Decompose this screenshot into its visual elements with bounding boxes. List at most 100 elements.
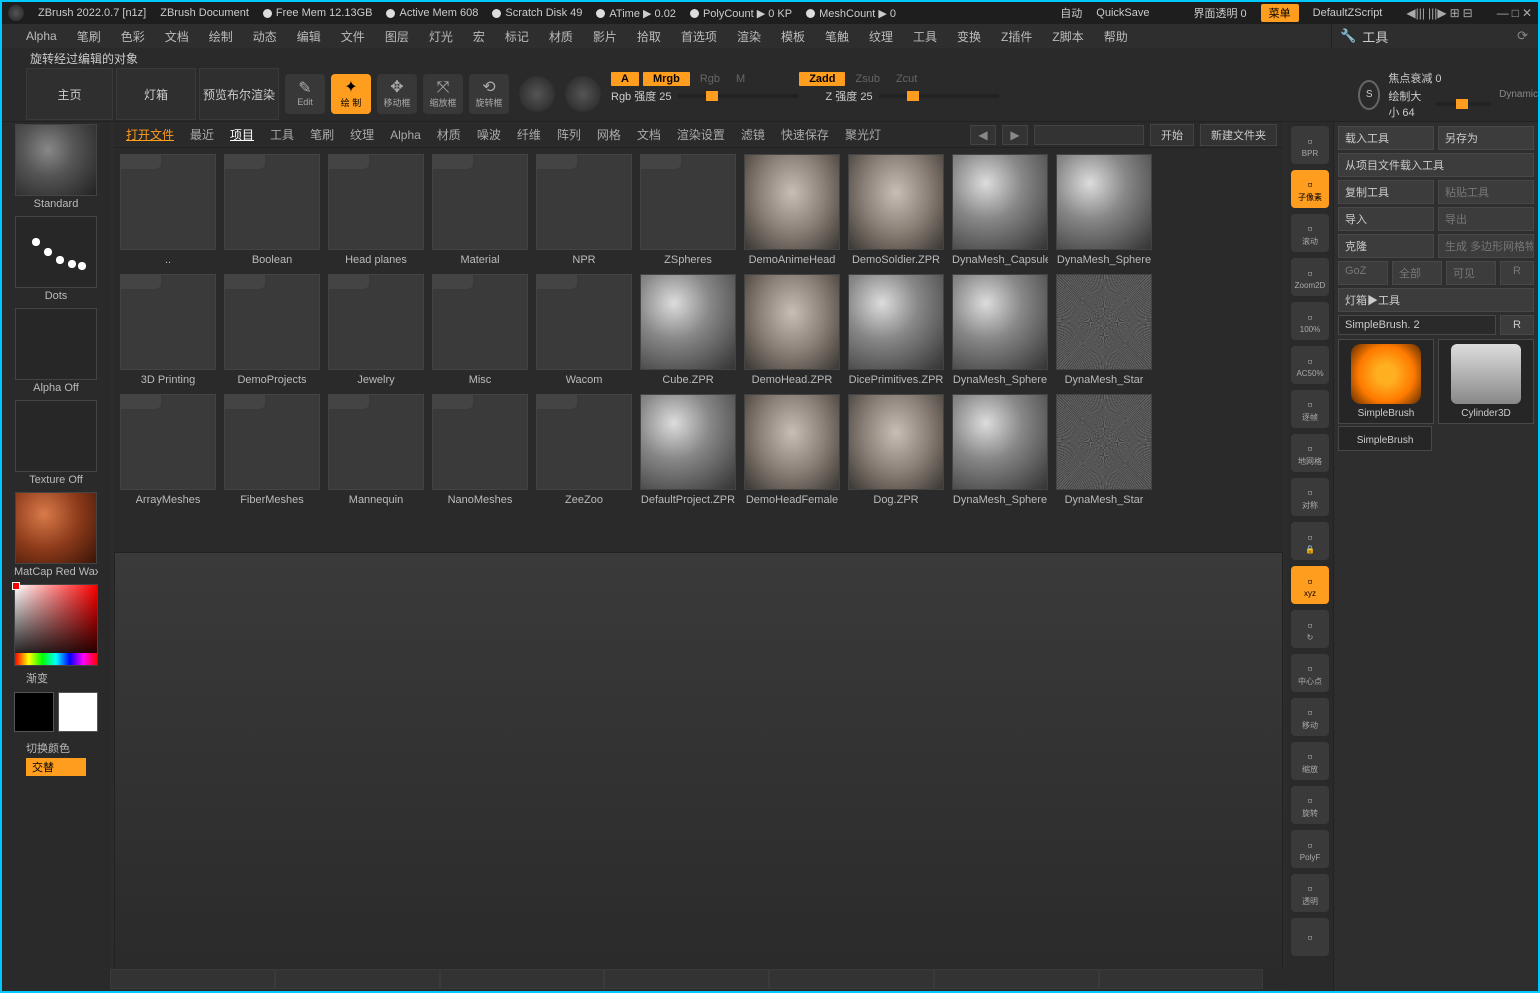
menu-Alpha[interactable]: Alpha — [26, 29, 57, 43]
mrgb-toggle[interactable]: Mrgb — [643, 72, 690, 86]
lightbox-tab[interactable]: 聚光灯 — [845, 126, 881, 143]
menu-宏[interactable]: 宏 — [473, 28, 485, 45]
shelf-地网格[interactable]: ▫地网格 — [1291, 434, 1329, 472]
shelf-缩放[interactable]: ▫缩放 — [1291, 742, 1329, 780]
minimize-icon[interactable]: — — [1497, 6, 1509, 20]
menu-Z脚本[interactable]: Z脚本 — [1052, 28, 1083, 45]
lightbox-item[interactable]: Head planes — [328, 154, 424, 266]
rgb-intensity-slider[interactable]: Rgb 强度 25 — [611, 88, 798, 104]
lightbox-item[interactable]: Boolean — [224, 154, 320, 266]
lightbox-tab[interactable]: 阵列 — [557, 126, 581, 143]
s-indicator[interactable]: S — [1358, 80, 1380, 110]
bottom-slot[interactable] — [440, 969, 605, 989]
gizmo-button[interactable] — [519, 76, 555, 112]
menu-变换[interactable]: 变换 — [957, 28, 981, 45]
stroke-thumbnail[interactable] — [15, 216, 97, 288]
bottom-slot[interactable] — [934, 969, 1099, 989]
menu-编辑[interactable]: 编辑 — [297, 28, 321, 45]
home-button[interactable]: 主页 — [26, 68, 113, 120]
saveas-button[interactable]: 另存为 — [1438, 126, 1534, 150]
shelf-逐帧[interactable]: ▫逐帧 — [1291, 390, 1329, 428]
shelf-🔒[interactable]: ▫🔒 — [1291, 522, 1329, 560]
lightbox-button[interactable]: 灯箱 — [116, 68, 196, 120]
goz-visible-button[interactable]: 可见 — [1446, 261, 1496, 285]
next-icon[interactable]: ▶ — [1002, 125, 1028, 145]
menu-首选项[interactable]: 首选项 — [681, 28, 717, 45]
lightbox-item[interactable]: 3D Printing — [120, 274, 216, 386]
shelf-移动[interactable]: ▫移动 — [1291, 698, 1329, 736]
bottom-slot[interactable] — [604, 969, 769, 989]
rgb-toggle[interactable]: Rgb — [694, 72, 726, 86]
sculptris-button[interactable] — [565, 76, 601, 112]
default-zscript[interactable]: DefaultZScript — [1313, 7, 1383, 19]
lightbox-tab[interactable]: 渲染设置 — [677, 126, 725, 143]
lightbox-item[interactable]: DynaMesh_Sphere — [952, 394, 1048, 506]
goz-button[interactable]: GoZ — [1338, 261, 1388, 285]
shelf-透明[interactable]: ▫透明 — [1291, 874, 1329, 912]
lightbox-tab[interactable]: 纤维 — [517, 126, 541, 143]
rotate-mode-button[interactable]: ⟲旋转框 — [469, 74, 509, 114]
preview-bool-button[interactable]: 预览布尔渲染 — [199, 68, 279, 120]
lightbox-item[interactable]: ArrayMeshes — [120, 394, 216, 506]
menu-toggle-button[interactable]: 菜单 — [1261, 4, 1299, 22]
gradient-label[interactable]: 渐变 — [2, 668, 48, 686]
lightbox-item[interactable]: DefaultProject.ZPR — [640, 394, 736, 506]
shelf-100%[interactable]: ▫100% — [1291, 302, 1329, 340]
menu-工具[interactable]: 工具 — [913, 28, 937, 45]
menu-动态[interactable]: 动态 — [253, 28, 277, 45]
lightbox-item[interactable]: DemoHeadFemale — [744, 394, 840, 506]
lightbox-tab[interactable]: 噪波 — [477, 126, 501, 143]
menu-文档[interactable]: 文档 — [165, 28, 189, 45]
brush-thumbnail[interactable] — [15, 124, 97, 196]
lightbox-item[interactable]: DynaMesh_Star — [1056, 274, 1152, 386]
lightbox-item[interactable]: Dog.ZPR — [848, 394, 944, 506]
lightbox-item[interactable]: Material — [432, 154, 528, 266]
start-button[interactable]: 开始 — [1150, 124, 1194, 146]
shelf-Zoom2D[interactable]: ▫Zoom2D — [1291, 258, 1329, 296]
ui-transparency[interactable]: 界面透明 0 — [1193, 5, 1246, 21]
import-button[interactable]: 导入 — [1338, 207, 1434, 231]
focal-slider[interactable]: 焦点衰减 0 — [1388, 70, 1491, 86]
zsub-toggle[interactable]: Zsub — [849, 72, 885, 86]
shelf-btn[interactable]: ▫ — [1291, 918, 1329, 956]
menu-纹理[interactable]: 纹理 — [869, 28, 893, 45]
m-toggle[interactable]: M — [730, 72, 751, 86]
lightbox-item[interactable]: .. — [120, 154, 216, 266]
shelf-AC50%[interactable]: ▫AC50% — [1291, 346, 1329, 384]
lightbox-tab[interactable]: 工具 — [270, 126, 294, 143]
quicksave-button[interactable]: QuickSave — [1096, 7, 1149, 19]
lightbox-tab[interactable]: 快速保存 — [781, 126, 829, 143]
layout-icon[interactable]: ⊞ — [1450, 6, 1460, 20]
lightbox-item[interactable]: Cube.ZPR — [640, 274, 736, 386]
lightbox-item[interactable]: ZeeZoo — [536, 394, 632, 506]
menu-渲染[interactable]: 渲染 — [737, 28, 761, 45]
lightbox-tab[interactable]: 纹理 — [350, 126, 374, 143]
menu-绘制[interactable]: 绘制 — [209, 28, 233, 45]
menu-图层[interactable]: 图层 — [385, 28, 409, 45]
load-from-project-button[interactable]: 从项目文件载入工具 — [1338, 153, 1534, 177]
dynamic-toggle[interactable]: Dynamic — [1499, 89, 1538, 100]
zcut-toggle[interactable]: Zcut — [890, 72, 923, 86]
lightbox-tab[interactable]: 文档 — [637, 126, 661, 143]
menu-笔刷[interactable]: 笔刷 — [77, 28, 101, 45]
draw-mode-button[interactable]: ✦绘 制 — [331, 74, 371, 114]
shelf-旋转[interactable]: ▫旋转 — [1291, 786, 1329, 824]
layout-icon[interactable]: ◀||| — [1406, 6, 1425, 20]
lightbox-item[interactable]: NanoMeshes — [432, 394, 528, 506]
swatch-secondary[interactable] — [14, 692, 54, 732]
bottom-slot[interactable] — [110, 969, 275, 989]
lightbox-item[interactable]: DicePrimitives.ZPR — [848, 274, 944, 386]
menu-Z插件[interactable]: Z插件 — [1001, 28, 1032, 45]
a-toggle[interactable]: A — [611, 72, 639, 86]
zadd-toggle[interactable]: Zadd — [799, 72, 845, 86]
lightbox-tab[interactable]: Alpha — [390, 128, 421, 142]
gen-polymesh-button[interactable]: 生成 多边形网格物体 — [1438, 234, 1534, 258]
shelf-对称[interactable]: ▫对称 — [1291, 478, 1329, 516]
bottom-slot[interactable] — [275, 969, 440, 989]
z-intensity-slider[interactable]: Z 强度 25 — [826, 88, 999, 104]
lightbox-item[interactable]: DynaMesh_Sphere — [1056, 154, 1152, 266]
lightbox-tab[interactable]: 打开文件 — [126, 126, 174, 143]
clone-button[interactable]: 克隆 — [1338, 234, 1434, 258]
shelf-↻[interactable]: ▫↻ — [1291, 610, 1329, 648]
tool-preview-item[interactable]: SimpleBrush — [1338, 426, 1432, 451]
